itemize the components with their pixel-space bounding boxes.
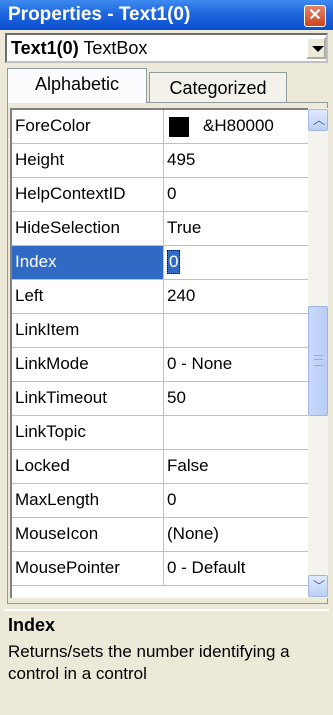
property-row-helpcontextid[interactable]: HelpContextID 0: [12, 178, 308, 212]
property-value[interactable]: 0 - Default: [167, 552, 308, 585]
grip-icon: [314, 355, 323, 366]
property-row-locked[interactable]: Locked False: [12, 450, 308, 484]
description-title: Index: [8, 615, 56, 635]
property-value[interactable]: (None): [167, 518, 308, 551]
object-type: TextBox: [78, 38, 148, 58]
property-row-linkitem[interactable]: LinkItem: [12, 314, 308, 348]
property-value[interactable]: 0: [167, 178, 308, 211]
property-value-index[interactable]: 0: [167, 246, 308, 279]
property-name: HideSelection: [12, 212, 164, 245]
property-row-left[interactable]: Left 240: [12, 280, 308, 314]
property-name: LinkItem: [12, 314, 164, 347]
property-row-linkmode[interactable]: LinkMode 0 - None: [12, 348, 308, 382]
property-value-editor[interactable]: 0: [167, 250, 181, 274]
chevron-up-icon: ︿: [313, 113, 326, 127]
title-bar[interactable]: Properties - Text1(0) ✕: [0, 0, 333, 30]
chevron-down-icon: ﹀: [313, 579, 326, 593]
property-name: LinkMode: [12, 348, 164, 381]
property-name: Height: [12, 144, 164, 177]
property-name: MousePointer: [12, 552, 164, 585]
scrollbar-thumb[interactable]: [308, 306, 328, 416]
object-selector-dropdown-button[interactable]: [306, 37, 326, 59]
description-text: Returns/sets the number identifying a co…: [8, 642, 290, 683]
property-name: Locked: [12, 450, 164, 483]
property-value: &H80000: [203, 116, 274, 135]
color-swatch: [169, 116, 189, 137]
property-row-forecolor[interactable]: ForeColor &H80000: [12, 110, 308, 144]
object-selector-value: Text1(0) TextBox: [11, 38, 147, 59]
property-row-index[interactable]: Index 0: [12, 246, 308, 280]
property-row-maxlength[interactable]: MaxLength 0: [12, 484, 308, 518]
property-name: MouseIcon: [12, 518, 164, 551]
property-value[interactable]: [167, 416, 308, 449]
property-row-mouseicon[interactable]: MouseIcon (None): [12, 518, 308, 552]
property-value[interactable]: 240: [167, 280, 308, 313]
property-value[interactable]: 0: [167, 484, 308, 517]
tab-alphabetic[interactable]: Alphabetic: [7, 68, 147, 103]
property-name: Left: [12, 280, 164, 313]
property-value[interactable]: True: [167, 212, 308, 245]
property-row-height[interactable]: Height 495: [12, 144, 308, 178]
property-name: ForeColor: [12, 110, 164, 143]
property-value[interactable]: False: [167, 450, 308, 483]
chevron-down-icon: [312, 46, 324, 52]
property-row-hideselection[interactable]: HideSelection True: [12, 212, 308, 246]
property-row-linktopic[interactable]: LinkTopic: [12, 416, 308, 450]
object-selector[interactable]: Text1(0) TextBox: [5, 33, 328, 63]
property-name: MaxLength: [12, 484, 164, 517]
tab-categorized[interactable]: Categorized: [149, 72, 287, 104]
property-row-linktimeout[interactable]: LinkTimeout 50: [12, 382, 308, 416]
property-name: LinkTopic: [12, 416, 164, 449]
scroll-up-button[interactable]: ︿: [308, 109, 328, 131]
scroll-down-button[interactable]: ﹀: [308, 575, 328, 597]
close-icon: ✕: [308, 7, 322, 24]
object-name: Text1(0): [11, 38, 79, 58]
vertical-scrollbar[interactable]: ︿ ﹀: [308, 108, 328, 598]
property-name: HelpContextID: [12, 178, 164, 211]
description-pane: Index Returns/sets the number identifyin…: [4, 609, 329, 712]
property-grid[interactable]: ForeColor &H80000 Height 495 HelpContext…: [10, 108, 308, 598]
property-value[interactable]: [167, 314, 308, 347]
property-value[interactable]: 495: [167, 144, 308, 177]
close-button[interactable]: ✕: [304, 5, 326, 27]
property-name: Index: [12, 246, 164, 279]
property-value-forecolor[interactable]: &H80000: [167, 110, 308, 143]
property-value[interactable]: 0 - None: [167, 348, 308, 381]
property-value[interactable]: 50: [167, 382, 308, 415]
window-title: Properties - Text1(0): [8, 4, 191, 25]
property-name: LinkTimeout: [12, 382, 164, 415]
property-row-mousepointer[interactable]: MousePointer 0 - Default: [12, 552, 308, 586]
